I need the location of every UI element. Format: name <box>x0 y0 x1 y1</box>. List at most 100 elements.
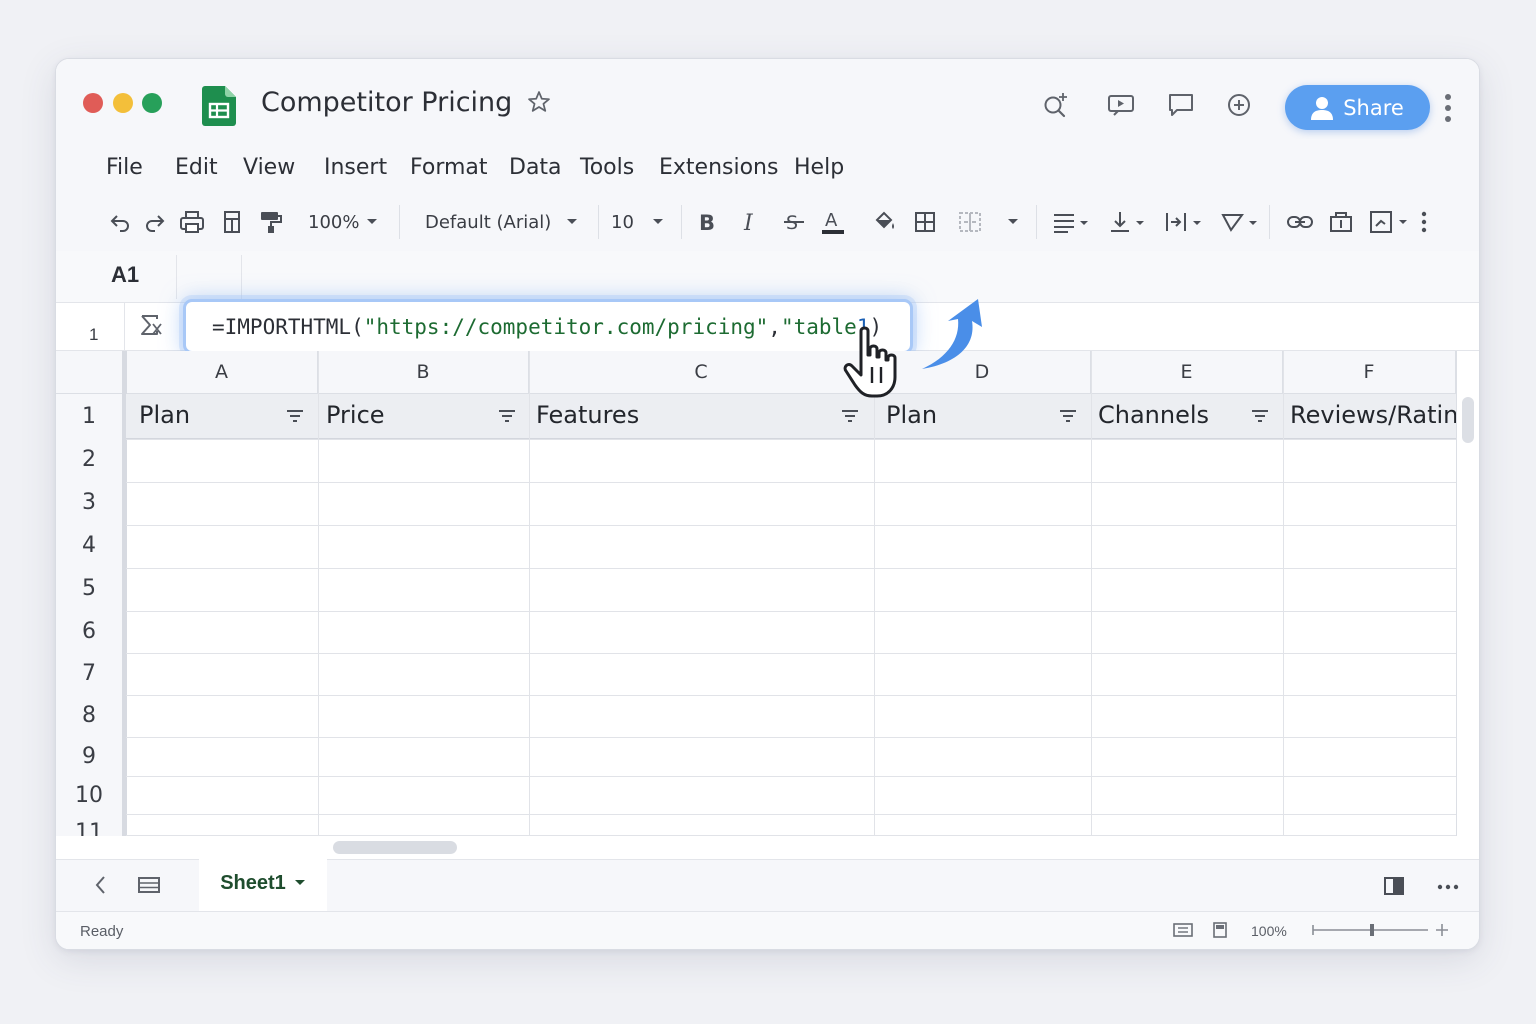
strikethrough-icon[interactable]: S <box>782 209 806 235</box>
menu-format[interactable]: Format <box>410 155 488 180</box>
menu-file[interactable]: File <box>106 155 143 180</box>
more-horiz-icon[interactable] <box>1436 883 1460 891</box>
print-icon[interactable] <box>178 209 206 235</box>
grid-line <box>126 653 1456 654</box>
rotate-icon[interactable] <box>1220 209 1258 235</box>
side-panel-icon[interactable] <box>1383 875 1405 897</box>
name-box-divider <box>176 255 177 299</box>
filter-icon[interactable] <box>498 409 516 423</box>
menu-view[interactable]: View <box>243 155 295 180</box>
page-layout-icon[interactable] <box>1213 922 1227 938</box>
valign-icon[interactable] <box>1108 209 1146 235</box>
select-all-corner[interactable] <box>56 351 124 394</box>
close-window-button[interactable] <box>83 93 103 113</box>
row-header-4[interactable]: 4 <box>56 533 122 558</box>
row-header-1[interactable]: 1 <box>56 404 122 429</box>
share-button[interactable]: Share <box>1285 85 1430 130</box>
filter-icon[interactable] <box>286 409 304 423</box>
person-icon <box>1311 96 1334 120</box>
vertical-scrollbar[interactable] <box>1462 397 1474 443</box>
fill-color-icon[interactable] <box>871 209 897 235</box>
all-sheets-icon[interactable] <box>137 875 161 895</box>
grid-line <box>126 737 1456 738</box>
text-color-icon[interactable]: A <box>820 209 846 235</box>
chevron-left-icon[interactable] <box>92 873 108 897</box>
header-cell-reviews-rating[interactable]: Reviews/Rating <box>1290 401 1456 429</box>
present-icon[interactable] <box>1106 90 1136 120</box>
column-header-f[interactable]: F <box>1283 351 1456 394</box>
menu-extensions[interactable]: Extensions <box>659 155 778 180</box>
header-cell-plan[interactable]: Plan <box>139 401 190 429</box>
grid-line <box>318 351 319 836</box>
search-icon[interactable] <box>1041 90 1071 120</box>
chevron-down-icon <box>294 880 305 885</box>
header-cell-channels[interactable]: Channels <box>1098 401 1209 429</box>
paint-format-icon[interactable] <box>258 209 284 235</box>
row-header-2[interactable]: 2 <box>56 447 122 472</box>
horizontal-scrollbar[interactable] <box>333 841 457 854</box>
sheet-tab-sheet1[interactable]: Sheet1 <box>199 855 327 911</box>
header-cell-plan-2[interactable]: Plan <box>886 401 937 429</box>
row-header-11[interactable]: 11 <box>56 821 122 836</box>
normal-view-icon[interactable] <box>1173 922 1193 938</box>
menu-edit[interactable]: Edit <box>175 155 218 180</box>
add-icon[interactable] <box>1224 90 1254 120</box>
name-box[interactable]: A1 <box>111 262 139 288</box>
link-icon[interactable] <box>1285 209 1315 235</box>
bold-icon[interactable]: B <box>697 209 719 235</box>
italic-icon[interactable]: I <box>740 209 762 235</box>
column-header-e[interactable]: E <box>1091 351 1283 394</box>
star-icon[interactable] <box>526 89 552 115</box>
zoom-select[interactable]: 100% <box>308 209 359 235</box>
borders-icon[interactable] <box>913 209 937 235</box>
name-box-row <box>56 251 1479 303</box>
row-header-10[interactable]: 10 <box>56 783 122 808</box>
spellcheck-icon[interactable] <box>220 209 244 235</box>
row-header-8[interactable]: 8 <box>56 703 122 728</box>
insert-chart-icon[interactable] <box>1368 209 1412 235</box>
row-header-6[interactable]: 6 <box>56 619 122 644</box>
column-header-a[interactable]: A <box>126 351 318 394</box>
merge-icon[interactable] <box>957 209 983 235</box>
row-header-5[interactable]: 5 <box>56 576 122 601</box>
formula-input[interactable]: =IMPORTHTML("https://competitor.com/pric… <box>183 299 913 354</box>
filter-icon[interactable] <box>1059 409 1077 423</box>
zoom-chevron-down-icon[interactable] <box>366 209 378 235</box>
header-cell-price[interactable]: Price <box>326 401 385 429</box>
row-header-9[interactable]: 9 <box>56 744 122 769</box>
filter-icon[interactable] <box>1251 409 1269 423</box>
redo-icon[interactable] <box>143 209 167 235</box>
filter-icon[interactable] <box>841 409 859 423</box>
maximize-window-button[interactable] <box>142 93 162 113</box>
svg-text:I: I <box>743 211 754 234</box>
font-select[interactable]: Default (Arial) <box>425 209 551 235</box>
align-icon[interactable] <box>1052 209 1090 235</box>
sheets-logo-icon[interactable] <box>202 86 236 126</box>
column-header-b[interactable]: B <box>318 351 529 394</box>
menu-data[interactable]: Data <box>509 155 562 180</box>
font-chevron-down-icon[interactable] <box>566 209 578 235</box>
header-cell-features[interactable]: Features <box>536 401 639 429</box>
column-header-c[interactable]: C <box>529 351 874 394</box>
merge-chevron-down-icon[interactable] <box>1007 209 1019 235</box>
row-header-3[interactable]: 3 <box>56 490 122 515</box>
minimize-window-button[interactable] <box>113 93 133 113</box>
menu-insert[interactable]: Insert <box>324 155 387 180</box>
row-header-7[interactable]: 7 <box>56 661 122 686</box>
hand-cursor-icon <box>843 326 897 398</box>
more-vert-icon[interactable] <box>1444 93 1452 123</box>
insert-comment-icon[interactable] <box>1328 209 1354 235</box>
comment-icon[interactable] <box>1166 90 1196 120</box>
document-title[interactable]: Competitor Pricing <box>261 87 512 118</box>
svg-text:A: A <box>825 210 838 231</box>
zoom-slider[interactable] <box>1308 920 1454 940</box>
menu-help[interactable]: Help <box>794 155 844 180</box>
spreadsheet-window: Competitor Pricing Share File Edit View … <box>55 58 1480 950</box>
formula-divider <box>124 303 125 351</box>
wrap-icon[interactable] <box>1164 209 1202 235</box>
font-size-select[interactable]: 10 <box>611 209 634 235</box>
undo-icon[interactable] <box>108 209 132 235</box>
more-tools-icon[interactable] <box>1420 209 1428 235</box>
font-size-chevron-down-icon[interactable] <box>652 209 664 235</box>
menu-tools[interactable]: Tools <box>580 155 634 180</box>
